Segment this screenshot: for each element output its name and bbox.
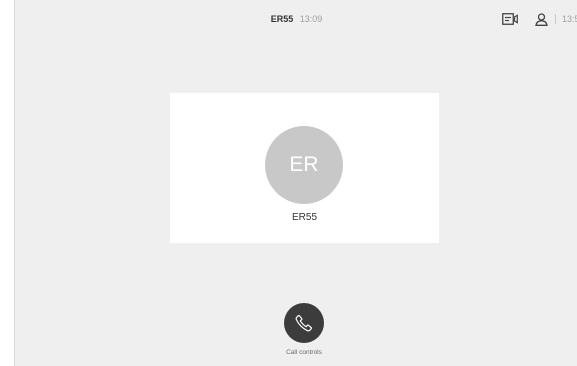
avatar: ER (265, 126, 343, 204)
divider (555, 14, 556, 24)
top-bar: ER55 13:09 13:5 (15, 0, 577, 36)
participant-card: ER ER55 (170, 93, 439, 243)
self-view-icon[interactable] (501, 11, 519, 27)
status-area: 13:5 (501, 11, 577, 27)
call-screen: ER55 13:09 13:5 ER E (14, 0, 577, 366)
phone-icon (294, 313, 314, 333)
call-controls-button[interactable] (284, 303, 324, 343)
call-duration: 13:09 (299, 14, 323, 24)
clock: 13:5 (562, 14, 577, 24)
call-controls-label: Call controls (286, 349, 322, 356)
call-info: ER55 13:09 (15, 13, 577, 25)
participant-name: ER55 (291, 212, 317, 223)
call-name: ER55 (270, 14, 294, 24)
person-icon[interactable] (533, 11, 549, 27)
